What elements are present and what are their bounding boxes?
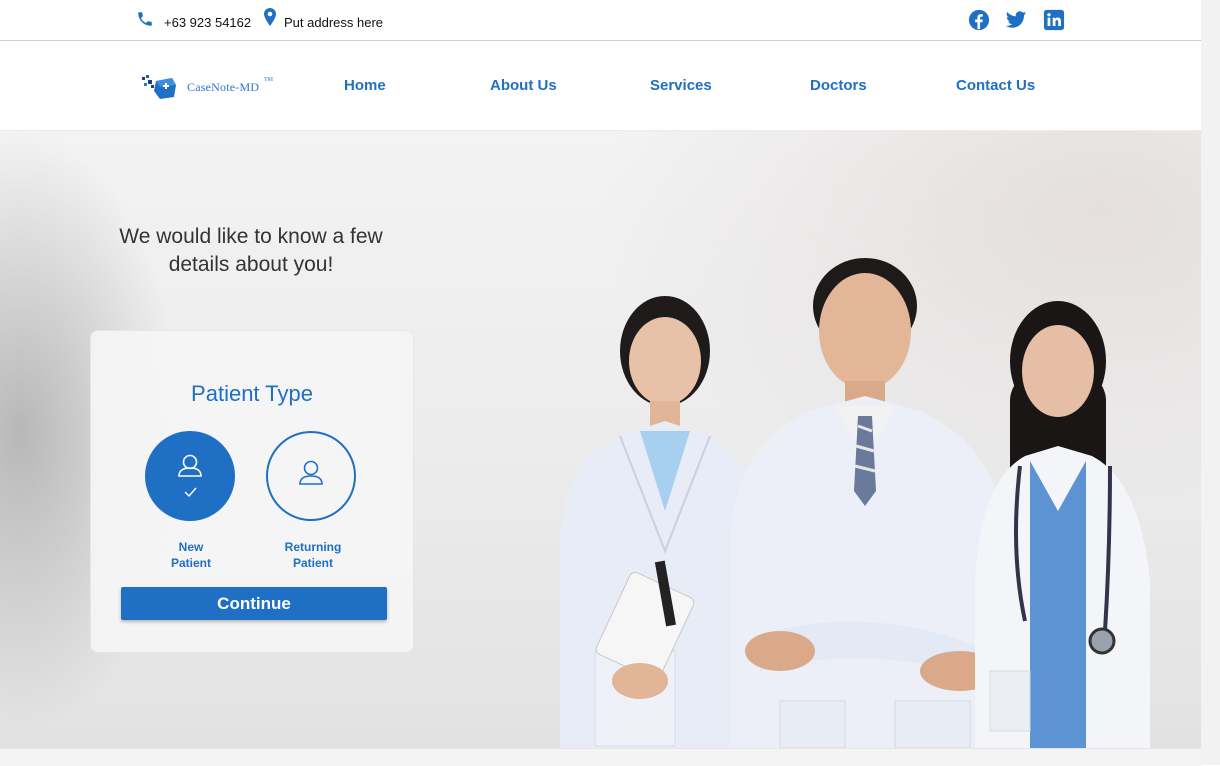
returning-patient-label[interactable]: Returning Patient [263, 539, 363, 571]
nav-home[interactable]: Home [344, 77, 386, 94]
scrollbar-gutter [1201, 0, 1220, 765]
doctor-right-figure [975, 301, 1150, 748]
hero-heading: We would like to know a few details abou… [119, 225, 383, 276]
main-navigation: CaseNote-MD TM Home About Us Services Do… [0, 41, 1201, 131]
user-icon [299, 460, 323, 485]
nav-about-us[interactable]: About Us [490, 77, 557, 94]
nav-doctors[interactable]: Doctors [810, 77, 867, 94]
logo-icon [142, 75, 176, 99]
new-patient-option[interactable] [145, 431, 235, 521]
new-patient-label-line2: Patient [170, 556, 211, 570]
map-pin-icon [264, 8, 276, 26]
nav-services[interactable]: Services [650, 77, 712, 94]
casenote-logo[interactable]: CaseNote-MD TM [142, 75, 282, 101]
twitter-icon[interactable] [1005, 9, 1027, 31]
logo-text: CaseNote-MD [187, 80, 260, 94]
returning-patient-option[interactable] [266, 431, 356, 521]
address-text: Put address here [284, 15, 384, 30]
hero-section: We would like to know a few details abou… [0, 131, 1201, 748]
trademark-mark: TM [264, 77, 273, 83]
new-patient-label[interactable]: New Patient [141, 539, 241, 571]
new-patient-label-line1: New [178, 540, 204, 554]
linkedin-icon[interactable] [1043, 9, 1065, 31]
returning-patient-label-line1: Returning [284, 540, 342, 554]
nav-contact-us[interactable]: Contact Us [956, 77, 1035, 94]
continue-button[interactable]: Continue [121, 587, 387, 620]
facebook-icon[interactable] [968, 9, 990, 31]
patient-type-card: Patient Type New Patient Returning Patie… [90, 330, 414, 653]
doctors-image [560, 258, 1150, 748]
user-icon [178, 454, 202, 498]
phone-icon [138, 12, 152, 26]
phone-number: +63 923 54162 [164, 15, 252, 30]
bottom-edge [0, 748, 1201, 766]
returning-patient-label-line2: Patient [292, 556, 333, 570]
page: +63 923 54162 Put address here CaseNote-… [0, 0, 1201, 766]
top-contact-bar: +63 923 54162 Put address here [0, 0, 1201, 41]
check-icon [184, 487, 197, 498]
doctor-middle-figure [730, 258, 1010, 748]
card-title: Patient Type [191, 381, 313, 406]
